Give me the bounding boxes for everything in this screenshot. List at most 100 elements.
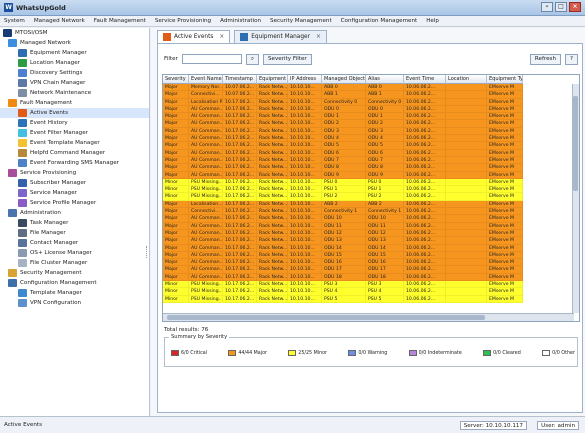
table-row[interactable]: Major AU Comman... 10.17.06.2... Rack Netw.… (163, 171, 523, 179)
table-row[interactable]: Major AU Comman... 10.17.06.2... Rack Netw.… (163, 237, 523, 245)
sidebar-item[interactable]: Discovery Settings (0, 68, 149, 78)
vertical-scrollbar[interactable] (572, 84, 579, 313)
sidebar-item[interactable]: Fault Management (0, 98, 149, 108)
table-row[interactable]: Major Connectivi... 10.17.06.2... Rack Netw… (163, 208, 523, 216)
table-cell: ODU 16 (366, 259, 404, 266)
sidebar-item[interactable]: Subscriber Manager (0, 178, 149, 188)
menu-administration[interactable]: Administration (220, 18, 261, 24)
table-row[interactable]: Major AU Comman... 10.17.06.2... Rack Netw.… (163, 222, 523, 230)
tab-equipment-manager[interactable]: Equipment Manager × (234, 30, 327, 43)
sidebar-item[interactable]: Active Events (0, 108, 149, 118)
table-row[interactable]: Major Connectivi... 10.07.06.2... Rack Netw… (163, 91, 523, 99)
sidebar-item[interactable]: Event Forwarding SMS Manager (0, 158, 149, 168)
sidebar-item[interactable]: Security Management (0, 268, 149, 278)
table-row[interactable]: Major AU Comman... 10.17.06.2... Rack Netw.… (163, 229, 523, 238)
table-row[interactable]: Major Localisation... 10.17.06.2... Rack Ne… (163, 200, 523, 209)
maximize-button[interactable]: □ (555, 2, 567, 12)
table-row[interactable]: Major AU Comman... 10.17.06.2... Rack Netw.… (163, 149, 523, 157)
menu-fault-management[interactable]: Fault Management (94, 18, 146, 24)
splitter-handle[interactable] (146, 246, 149, 258)
sidebar-item[interactable]: Helpfd Command Manager (0, 148, 149, 158)
table-row[interactable]: Minor PSU Missing... 10.17.06.2... Rack Net… (163, 178, 523, 187)
table-row[interactable]: Major AU Comman... 10.17.06.2... Rack Netw.… (163, 244, 523, 252)
table-row[interactable]: Minor PSU Missing... 10.17.06.2... Rack Net… (163, 288, 523, 296)
menu-system[interactable]: System (4, 18, 25, 24)
table-row[interactable]: MajorLocalisation Pr...10.17.06.2...Rack… (163, 98, 523, 106)
sidebar-item[interactable]: Event Template Manager (0, 138, 149, 148)
table-cell: Rack Netw... (259, 127, 288, 135)
table-row[interactable]: Major AU Comman... 10.17.06.2... Rack Netw.… (163, 127, 523, 136)
menu-managed-network[interactable]: Managed Network (34, 18, 85, 24)
table-cell: 10.06.06.2... (404, 222, 446, 229)
table-row[interactable]: Major AU Comman... 10.17.06.2... Rack Netw.… (163, 266, 523, 274)
column-header[interactable]: Equipment (257, 75, 288, 84)
column-header[interactable]: Managed Object (322, 75, 366, 84)
column-header[interactable]: Location (446, 75, 487, 84)
column-header[interactable]: Equipment Type (487, 75, 523, 84)
sidebar-item[interactable]: Equipment Manager (0, 48, 149, 58)
table-row[interactable]: Major AU Comman... 10.17.06.2... Rack Netw.… (163, 164, 523, 172)
sidebar-item[interactable]: Service Provisioning (0, 168, 149, 178)
table-row[interactable]: Major AU Comman... 10.17.06.2... Rack Netw.… (163, 113, 523, 121)
sidebar-item[interactable]: Event Filter Manager (0, 128, 149, 138)
tree-root[interactable]: MTOSI/OSM (0, 28, 149, 38)
column-header[interactable]: IP Address (288, 75, 322, 84)
table-row[interactable]: Major AU Comman... 10.17.06.2... Rack Netw.… (163, 156, 523, 165)
close-button[interactable]: × (569, 2, 581, 12)
column-header[interactable]: Timestamp (223, 75, 257, 84)
vertical-scroll-thumb[interactable] (573, 96, 578, 191)
sidebar-item[interactable]: File Cluster Manager (0, 258, 149, 268)
sidebar-item[interactable]: Task Manager (0, 218, 149, 228)
column-header[interactable]: Alias (366, 75, 404, 84)
tab-active-events[interactable]: Active Events × (157, 30, 231, 43)
sidebar-item[interactable]: Administration (0, 208, 149, 218)
table-cell: 10.10.10... (288, 149, 322, 156)
sidebar-item[interactable]: Contact Manager (0, 238, 149, 248)
filter-input[interactable] (181, 54, 242, 64)
table-row[interactable]: Major AU Comman... 10.17.06.2... Rack Netw.… (163, 251, 523, 260)
table-cell: ODU 5 (322, 142, 366, 149)
table-row[interactable]: Minor PSU Missing... 10.17.06.2... Rack Net… (163, 186, 523, 194)
table-row[interactable]: Major Memory Nor... 10.07.06.2... Rack Netw… (163, 84, 523, 92)
column-header[interactable]: Event Name (189, 75, 223, 84)
horizontal-scrollbar[interactable] (163, 313, 574, 321)
table-row[interactable]: Minor PSU Missing... 10.17.06.2... Rack Net… (163, 193, 523, 201)
menu-security-management[interactable]: Security Management (270, 18, 332, 24)
table-row[interactable]: Major AU Comman... 10.17.06.2... Rack Netw.… (163, 135, 523, 143)
table-row[interactable]: Major AU Comman... 10.17.06.2... Rack Netw.… (163, 215, 523, 223)
horizontal-scroll-thumb[interactable] (167, 315, 485, 320)
minimize-button[interactable]: – (541, 2, 553, 12)
sidebar-item[interactable]: VPN Configuration (0, 298, 149, 308)
help-button[interactable]: ? (565, 53, 578, 65)
sidebar-item[interactable]: VPN Chain Manager (0, 78, 149, 88)
column-header[interactable]: Event Time (404, 75, 446, 84)
table-row[interactable]: Minor PSU Missing... 10.17.06.2... Rack Net… (163, 281, 523, 289)
table-row[interactable]: Major AU Comman... 10.17.06.2... Rack Netw.… (163, 105, 523, 114)
sidebar-item[interactable]: Managed Network (0, 38, 149, 48)
search-icon[interactable]: ⌕ (245, 53, 259, 65)
sidebar-item[interactable]: Location Manager (0, 58, 149, 68)
sidebar-item[interactable]: File Manager (0, 228, 149, 238)
table-row[interactable]: Major AU Comman... 10.17.06.2... Rack Netw.… (163, 120, 523, 128)
refresh-button[interactable]: Refresh (529, 53, 562, 65)
sidebar-item[interactable]: Template Manager (0, 288, 149, 298)
severity-filter-dropdown[interactable]: Severity Filter (263, 53, 312, 65)
sidebar-item[interactable]: OS+ License Manager (0, 248, 149, 258)
table-row[interactable]: Major AU Comman... 10.17.06.2... Rack Netw.… (163, 273, 523, 282)
table-row[interactable]: Minor PSU Missing... 10.17.06.2... Rack Net… (163, 295, 523, 303)
menu-service-provisioning[interactable]: Service Provisioning (155, 18, 211, 24)
table-row[interactable]: Major AU Comman... 10.17.06.2... Rack Netw.… (163, 259, 523, 267)
menu-help[interactable]: Help (426, 18, 439, 24)
sidebar-item[interactable]: Event History (0, 118, 149, 128)
close-tab-icon[interactable]: × (219, 34, 224, 40)
column-header[interactable]: Severity (163, 75, 189, 84)
menu-configuration-management[interactable]: Configuration Management (341, 18, 418, 24)
table-row[interactable]: Major AU Comman... 10.17.06.2... Rack Netw.… (163, 142, 523, 150)
table-cell: 10.17.06.2... (223, 171, 257, 178)
sidebar-item[interactable]: Service Manager (0, 188, 149, 198)
sidebar-item[interactable]: Configuration Management (0, 278, 149, 288)
sidebar-item[interactable]: Network Maintenance (0, 88, 149, 98)
table-cell: PSU Missing... (191, 186, 223, 193)
sidebar-item[interactable]: Service Profile Manager (0, 198, 149, 208)
close-tab-icon[interactable]: × (316, 34, 321, 40)
